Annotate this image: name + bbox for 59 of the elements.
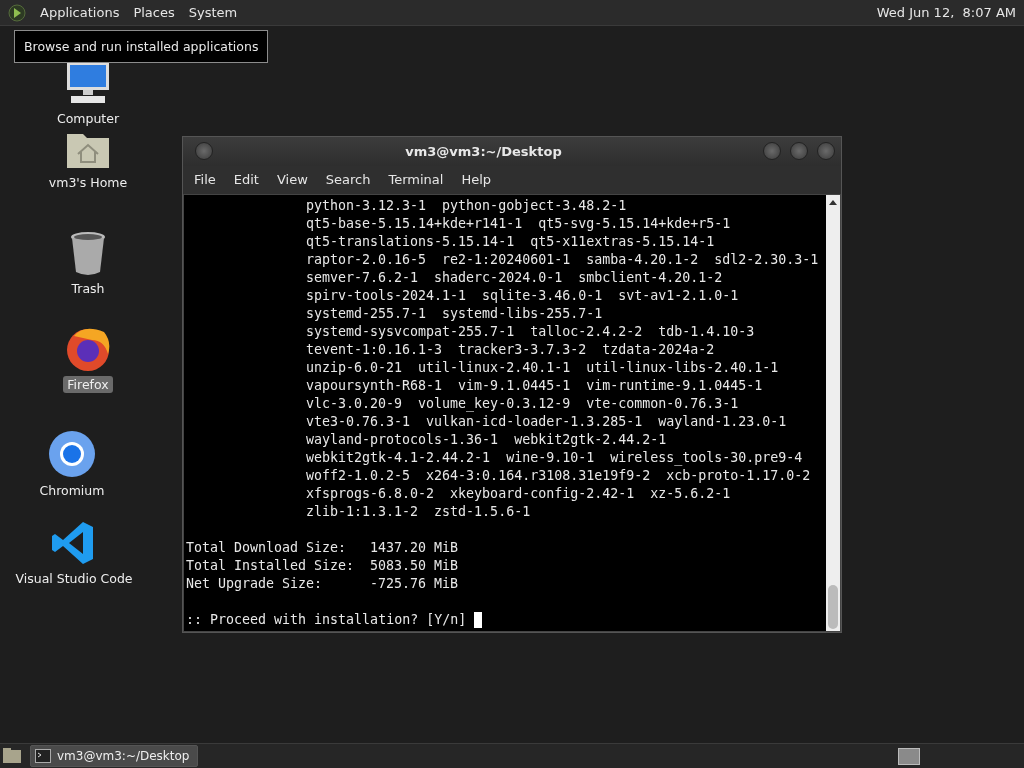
summary-value: -725.76 MiB bbox=[370, 575, 458, 593]
terminal-line: python-3.12.3-1 python-gobject-3.48.2-1 bbox=[305, 197, 628, 215]
taskbar-button[interactable]: vm3@vm3:~/Desktop bbox=[30, 745, 199, 767]
terminal-line: qt5-translations-5.15.14-1 qt5-x11extras-5.15.14-1 bbox=[305, 233, 716, 251]
menu-item[interactable]: Edit bbox=[224, 172, 268, 188]
menu-item[interactable]: Help bbox=[452, 172, 501, 188]
desktop-icon-label[interactable]: Chromium bbox=[35, 482, 109, 499]
terminal-line: raptor-2.0.16-5 re2-1:20240601-1 samba-4.20.1-2 sdl2-2.30.3-1 bbox=[305, 251, 820, 269]
summary-value: 1437.20 MiB bbox=[370, 539, 458, 557]
window-title: vm3@vm3:~/Desktop bbox=[404, 143, 563, 159]
show-desktop-icon[interactable] bbox=[2, 747, 22, 765]
firefox-icon bbox=[64, 326, 112, 372]
terminal-icon bbox=[35, 749, 51, 763]
summary-value: 5083.50 MiB bbox=[370, 557, 458, 575]
terminal-line: woff2-1.0.2-5 x264-3:0.164.r3108.31e19f9-2 xcb-proto-1.17.0-2 bbox=[305, 467, 812, 485]
terminal-line: vlc-3.0.20-9 volume_key-0.3.12-9 vte-common-0.76.3-1 bbox=[305, 395, 740, 413]
prompt-text: :: Proceed with installation? [Y/n] bbox=[186, 611, 467, 629]
chromium-icon bbox=[48, 430, 96, 478]
terminal-line: zlib-1:1.3.1-2 zstd-1.5.6-1 bbox=[305, 503, 532, 521]
terminal-line: unzip-6.0-21 util-linux-2.40.1-1 util-linux-libs-2.40.1-1 bbox=[305, 359, 780, 377]
terminal-line: xfsprogs-6.8.0-2 xkeyboard-config-2.42-1 xz-5.6.2-1 bbox=[305, 485, 732, 503]
window-menu-button[interactable] bbox=[195, 142, 213, 161]
menu-item[interactable]: View bbox=[267, 172, 317, 188]
scrollbar-thumb[interactable] bbox=[828, 585, 838, 629]
panel-menu[interactable]: Places bbox=[133, 5, 175, 20]
terminal-line: spirv-tools-2024.1-1 sqlite-3.46.0-1 svt-av1-2.1.0-1 bbox=[305, 287, 740, 305]
tooltip: Browse and run installed applications bbox=[14, 30, 269, 63]
menu-item[interactable]: Search bbox=[316, 172, 380, 188]
terminal-line: qt5-base-5.15.14+kde+r141-1 qt5-svg-5.15.14+kde+r5-1 bbox=[305, 215, 732, 233]
summary-label: Total Installed Size: bbox=[186, 557, 356, 575]
terminal-line: systemd-sysvcompat-255.7-1 talloc-2.4.2-2 tdb-1.4.10-3 bbox=[305, 323, 756, 341]
clock[interactable]: Wed Jun 12, 8:07 AM bbox=[876, 5, 1016, 20]
summary-label: Net Upgrade Size: bbox=[186, 575, 324, 593]
scroll-up-icon[interactable] bbox=[828, 198, 838, 206]
workspace-switcher[interactable] bbox=[898, 747, 920, 765]
terminal-line: wayland-protocols-1.36-1 webkit2gtk-2.44.2-1 bbox=[305, 431, 668, 449]
menu-item[interactable]: Terminal bbox=[379, 172, 453, 188]
maximize-button[interactable] bbox=[790, 142, 808, 161]
desktop-icon-label[interactable]: Firefox bbox=[63, 376, 113, 393]
menu-item[interactable]: File bbox=[185, 172, 225, 188]
minimize-button[interactable] bbox=[763, 142, 781, 161]
terminal-line: systemd-255.7-1 systemd-libs-255.7-1 bbox=[305, 305, 604, 323]
scrollbar[interactable] bbox=[826, 195, 840, 631]
app-menu-icon[interactable] bbox=[8, 3, 26, 22]
cursor bbox=[474, 612, 483, 628]
panel-menu[interactable]: Applications bbox=[40, 5, 120, 20]
close-button[interactable] bbox=[817, 142, 835, 161]
desktop-icon-label[interactable]: Trash bbox=[67, 280, 109, 297]
panel-menu[interactable]: System bbox=[188, 5, 238, 20]
terminal-line: vapoursynth-R68-1 vim-9.1.0445-1 vim-runtime-9.1.0445-1 bbox=[305, 377, 764, 395]
terminal-line: semver-7.6.2-1 shaderc-2024.0-1 smbclient-4.20.1-2 bbox=[305, 269, 724, 287]
desktop-icon-label[interactable]: vm3's Home bbox=[44, 174, 132, 191]
terminal-line: tevent-1:0.16.1-3 tracker3-3.7.3-2 tzdata-2024a-2 bbox=[305, 341, 716, 359]
desktop-icon-label[interactable]: Computer bbox=[52, 110, 124, 127]
terminal-line: webkit2gtk-4.1-2.44.2-1 wine-9.10-1 wireless_tools-30.pre9-4 bbox=[305, 449, 804, 467]
summary-label: Total Download Size: bbox=[186, 539, 348, 557]
terminal-line: vte3-0.76.3-1 vulkan-icd-loader-1.3.285-1 wayland-1.23.0-1 bbox=[305, 413, 788, 431]
trash-icon bbox=[68, 230, 108, 276]
desktop-icon-label[interactable]: Visual Studio Code bbox=[11, 570, 137, 587]
